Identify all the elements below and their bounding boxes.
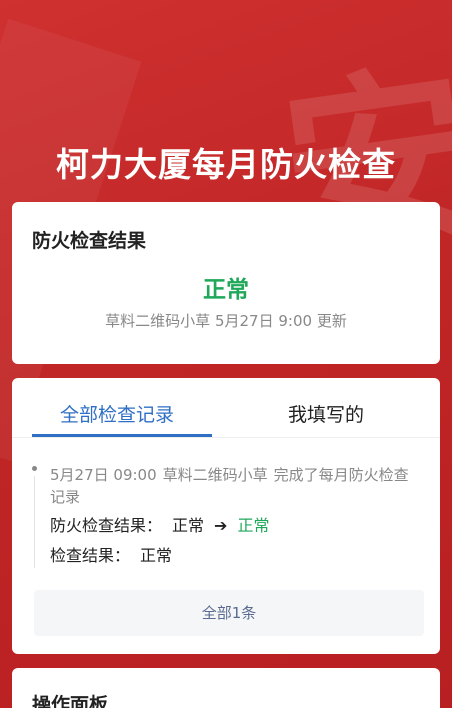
- operations-card: 操作面板: [12, 668, 440, 708]
- operations-card-title: 操作面板: [32, 694, 109, 708]
- result-update-meta: 草料二维码小草 5月27日 9:00 更新: [12, 310, 440, 331]
- timeline-line: [34, 476, 35, 568]
- record-field-old-value: 正常: [172, 516, 205, 535]
- tab-my-records[interactable]: 我填写的: [288, 400, 364, 427]
- record-time: 5月27日 09:00: [50, 466, 157, 484]
- result-card-title: 防火检查结果: [32, 230, 147, 252]
- result-status: 正常: [203, 277, 249, 303]
- view-all-records-button[interactable]: 全部1条: [34, 590, 424, 636]
- records-tabs: 全部检查记录 我填写的: [12, 378, 440, 438]
- record-field-check-result: 检查结果： 正常: [50, 542, 172, 566]
- result-card: 防火检查结果 正常 草料二维码小草 5月27日 9:00 更新: [12, 202, 440, 364]
- record-field-key: 防火检查结果：: [50, 516, 163, 535]
- tab-all-records[interactable]: 全部检查记录: [60, 400, 174, 427]
- active-tab-indicator: [32, 434, 212, 437]
- result-updater: 草料二维码小草: [105, 312, 211, 330]
- record-field-value: 正常: [140, 546, 173, 565]
- record-user: 草料二维码小草: [162, 466, 268, 484]
- result-updated-suffix: 更新: [316, 312, 347, 330]
- result-updated-time: 5月27日 9:00: [214, 312, 313, 330]
- page-title: 柯力大厦每月防火检查: [56, 145, 396, 184]
- record-field-fire-result: 防火检查结果： 正常 ➔ 正常: [50, 512, 269, 536]
- records-card: 全部检查记录 我填写的 5月27日 09:00 草料二维码小草 完成了每月防火检查记…: [12, 378, 440, 654]
- record-field-new-value: 正常: [237, 516, 270, 535]
- record-header: 5月27日 09:00 草料二维码小草 完成了每月防火检查记录: [50, 464, 422, 508]
- arrow-right-icon: ➔: [214, 516, 228, 535]
- timeline-dot: [32, 466, 37, 471]
- record-field-key: 检查结果：: [50, 546, 131, 565]
